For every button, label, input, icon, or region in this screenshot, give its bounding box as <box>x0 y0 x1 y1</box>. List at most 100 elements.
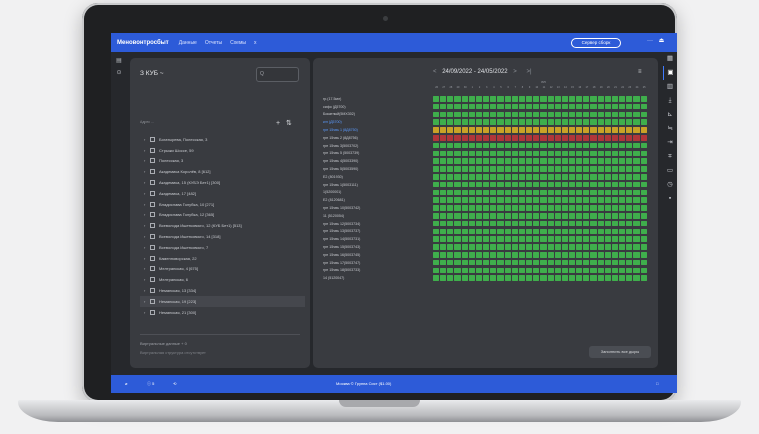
day-cell[interactable] <box>490 158 497 165</box>
day-cell[interactable] <box>440 197 447 204</box>
day-cell[interactable] <box>433 213 440 219</box>
day-cell[interactable] <box>640 135 647 141</box>
day-cell[interactable] <box>518 150 526 157</box>
day-cell[interactable] <box>433 189 440 196</box>
day-cell[interactable] <box>583 197 590 204</box>
day-cell[interactable] <box>590 111 597 118</box>
day-cell[interactable] <box>540 158 547 165</box>
day-cell[interactable] <box>447 220 454 227</box>
day-cell[interactable] <box>490 103 497 110</box>
day-cell[interactable] <box>511 197 518 204</box>
day-cell[interactable] <box>497 189 504 196</box>
day-cell[interactable] <box>511 142 518 149</box>
day-cell[interactable] <box>468 275 475 282</box>
day-cell[interactable] <box>583 119 590 126</box>
day-cell[interactable] <box>561 213 568 219</box>
day-cell[interactable] <box>554 228 561 235</box>
day-cell[interactable] <box>461 252 468 258</box>
day-cell[interactable] <box>568 181 576 188</box>
calendar-icon[interactable]: ▣ <box>663 66 677 80</box>
day-cell[interactable] <box>590 275 597 282</box>
day-cell[interactable] <box>533 220 540 227</box>
day-cell[interactable] <box>433 150 440 157</box>
meter-label[interactable]: 11 (5120054) <box>323 214 433 218</box>
meter-label[interactable]: 1(5200001) <box>323 190 433 194</box>
day-cell[interactable] <box>547 127 554 133</box>
day-cell[interactable] <box>583 111 590 118</box>
day-cell[interactable] <box>540 252 547 258</box>
day-cell[interactable] <box>504 220 511 227</box>
day-cell[interactable] <box>576 205 583 211</box>
day-cell[interactable] <box>576 228 583 235</box>
day-cell[interactable] <box>568 228 576 235</box>
save-icon[interactable]: ▪ <box>663 192 677 206</box>
day-cell[interactable] <box>518 244 526 250</box>
tree-item[interactable]: › Стрыжи Шоссе, 59 <box>140 145 305 156</box>
day-cell[interactable] <box>619 220 626 227</box>
day-cell[interactable] <box>526 267 533 274</box>
day-cell[interactable] <box>518 267 526 274</box>
day-cell[interactable] <box>497 166 504 172</box>
day-cell[interactable] <box>626 135 633 141</box>
filter-icon[interactable]: ⊾ <box>663 108 677 122</box>
day-cell[interactable] <box>619 252 626 258</box>
day-cell[interactable] <box>604 103 611 110</box>
day-cell[interactable] <box>568 96 576 102</box>
day-cell[interactable] <box>511 236 518 243</box>
meter-label[interactable]: грн 15чвь 2 (8Д8756) <box>323 136 433 140</box>
day-cell[interactable] <box>590 267 597 274</box>
day-cell[interactable] <box>440 259 447 266</box>
day-cell[interactable] <box>568 119 576 126</box>
tree-checkbox[interactable] <box>150 136 155 142</box>
day-cell[interactable] <box>533 142 540 149</box>
day-cell[interactable] <box>561 244 568 250</box>
day-cell[interactable] <box>518 228 526 235</box>
day-cell[interactable] <box>561 259 568 266</box>
tree-item[interactable]: › Неманская, 13 [334] <box>140 285 305 296</box>
day-cell[interactable] <box>554 252 561 258</box>
day-cell[interactable] <box>640 205 647 211</box>
day-cell[interactable] <box>461 228 468 235</box>
day-cell[interactable] <box>497 135 504 141</box>
day-cell[interactable] <box>490 197 497 204</box>
day-cell[interactable] <box>583 135 590 141</box>
day-cell[interactable] <box>461 197 468 204</box>
day-cell[interactable] <box>526 205 533 211</box>
day-cell[interactable] <box>440 236 447 243</box>
day-cell[interactable] <box>468 267 475 274</box>
day-cell[interactable] <box>583 174 590 180</box>
day-cell[interactable] <box>475 275 483 282</box>
day-cell[interactable] <box>619 228 626 235</box>
day-cell[interactable] <box>504 150 511 157</box>
day-cell[interactable] <box>497 259 504 266</box>
day-cell[interactable] <box>604 189 611 196</box>
tree-checkbox[interactable] <box>150 190 155 196</box>
day-cell[interactable] <box>526 189 533 196</box>
day-cell[interactable] <box>440 228 447 235</box>
day-cell[interactable] <box>540 111 547 118</box>
day-cell[interactable] <box>633 103 640 110</box>
day-cell[interactable] <box>461 158 468 165</box>
day-cell[interactable] <box>568 103 576 110</box>
sort-icon[interactable]: ≒ <box>663 122 677 136</box>
day-cell[interactable] <box>604 158 611 165</box>
day-cell[interactable] <box>433 181 440 188</box>
day-cell[interactable] <box>533 111 540 118</box>
day-cell[interactable] <box>490 127 497 133</box>
day-cell[interactable] <box>597 103 604 110</box>
day-cell[interactable] <box>518 197 526 204</box>
day-cell[interactable] <box>619 244 626 250</box>
day-cell[interactable] <box>511 111 518 118</box>
day-cell[interactable] <box>497 205 504 211</box>
day-cell[interactable] <box>504 252 511 258</box>
day-cell[interactable] <box>576 252 583 258</box>
add-button[interactable]: + <box>276 120 280 127</box>
day-cell[interactable] <box>526 252 533 258</box>
day-cell[interactable] <box>633 158 640 165</box>
day-cell[interactable] <box>447 213 454 219</box>
window-icon[interactable]: □ <box>656 381 658 386</box>
day-cell[interactable] <box>619 275 626 282</box>
day-cell[interactable] <box>461 174 468 180</box>
day-cell[interactable] <box>590 142 597 149</box>
day-cell[interactable] <box>533 197 540 204</box>
